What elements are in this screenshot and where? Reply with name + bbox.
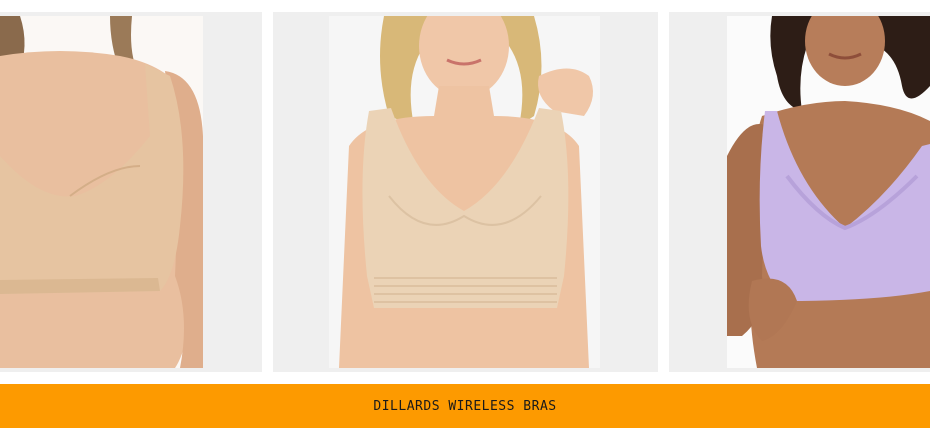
nude-bra-image: [0, 16, 203, 368]
product-tile-1[interactable]: [0, 12, 262, 372]
beige-bra-image: [329, 16, 600, 368]
lavender-bra-image: [727, 16, 930, 368]
category-banner: DILLARDS WIRELESS BRAS: [0, 384, 930, 428]
product-image-1[interactable]: [0, 16, 203, 368]
product-image-2[interactable]: [329, 16, 600, 368]
product-tile-3[interactable]: [669, 12, 930, 372]
dillards-wireless-bras-link[interactable]: DILLARDS WIRELESS BRAS: [373, 399, 556, 414]
product-image-3[interactable]: [727, 16, 930, 368]
product-tile-2[interactable]: [273, 12, 658, 372]
product-gallery: [0, 0, 930, 374]
